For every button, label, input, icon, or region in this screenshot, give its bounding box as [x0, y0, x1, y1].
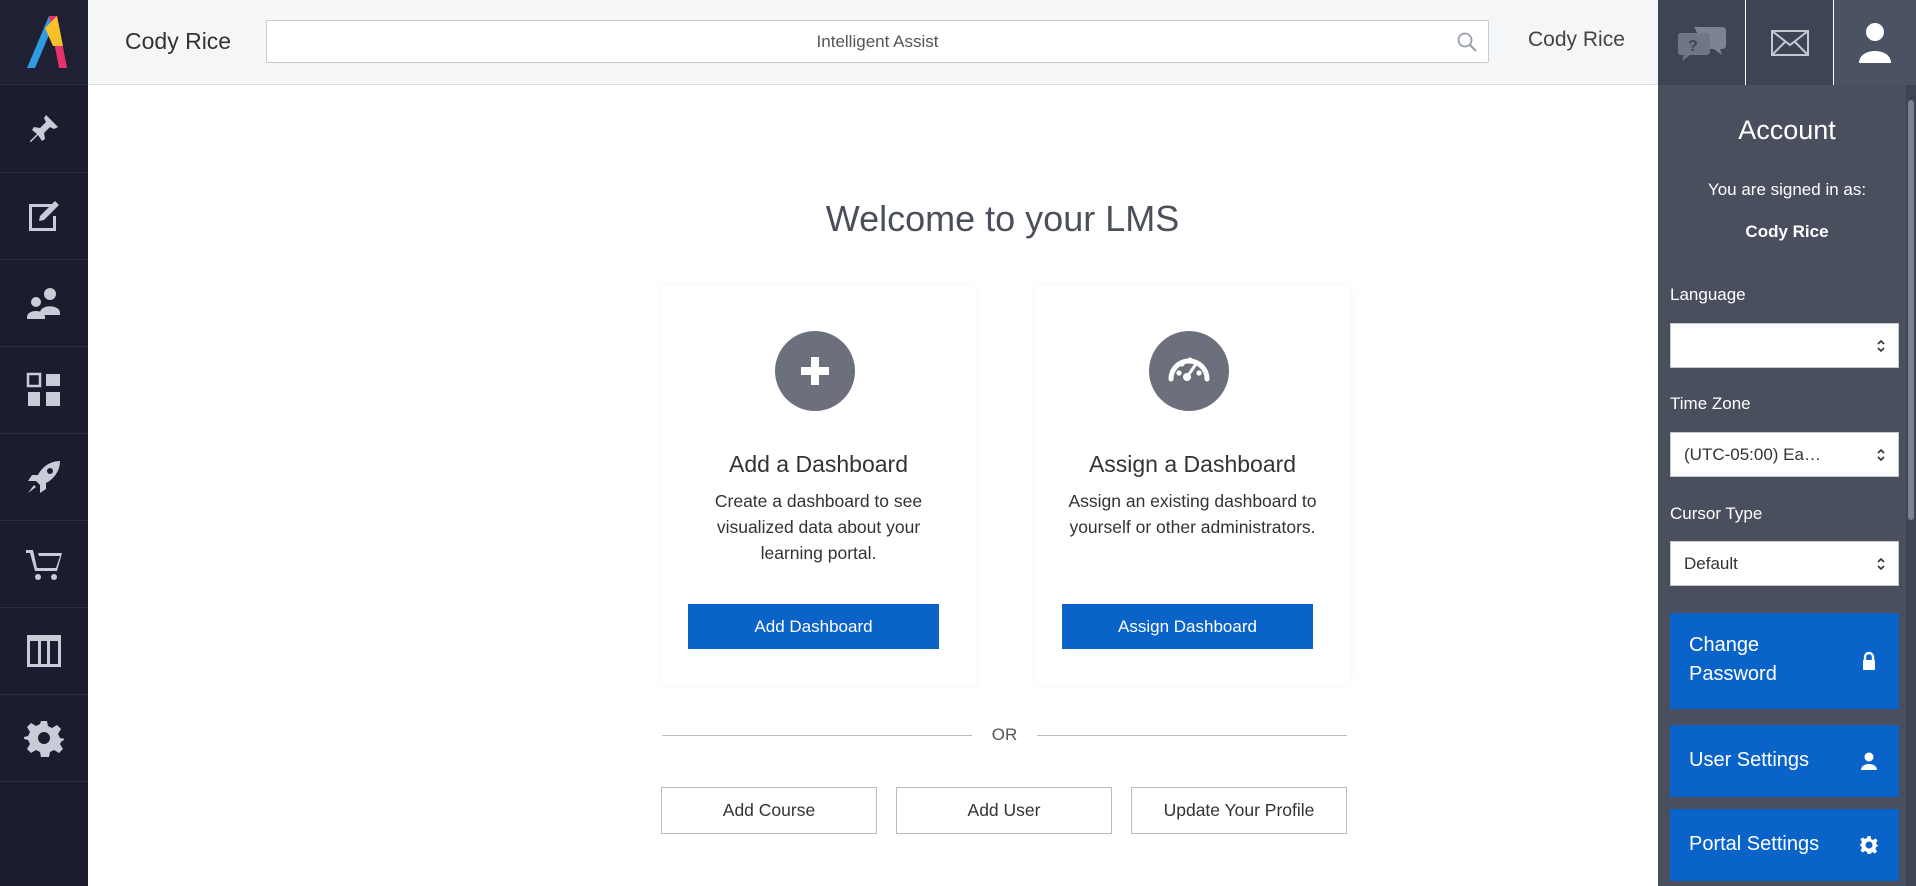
language-select[interactable] [1670, 323, 1899, 368]
assign-dashboard-title: Assign a Dashboard [1088, 451, 1297, 477]
select-arrows-icon [1877, 557, 1885, 571]
left-sidebar [0, 0, 88, 886]
lock-icon [1863, 651, 1875, 670]
divider-line-right [1037, 735, 1347, 736]
users-icon [27, 288, 60, 319]
select-arrows-icon [1877, 448, 1885, 462]
cursor-type-select[interactable]: Default [1670, 541, 1899, 586]
change-password-label: Change Password [1689, 634, 1777, 685]
mail-icon [1770, 29, 1809, 56]
user-settings-button[interactable]: User Settings [1670, 725, 1899, 797]
portal-settings-label: Portal Settings [1689, 833, 1820, 855]
sidebar-item-users[interactable] [0, 260, 88, 347]
chat-help-icon: ? [1677, 26, 1726, 61]
help-button[interactable]: ? [1658, 0, 1745, 85]
assign-dashboard-icon-circle [1149, 331, 1229, 411]
messages-button[interactable] [1746, 0, 1833, 85]
user-icon [1859, 22, 1891, 63]
sidebar-item-launch[interactable] [0, 434, 88, 521]
svg-text:?: ? [1688, 38, 1698, 55]
dashboard-icon [26, 372, 60, 406]
cart-icon [26, 550, 62, 580]
change-password-button[interactable]: Change Password [1670, 613, 1899, 709]
plus-icon [801, 357, 829, 385]
sidebar-item-settings[interactable] [0, 695, 88, 782]
cursor-type-value: Default [1684, 554, 1738, 573]
timezone-value: (UTC-05:00) Ea… [1684, 445, 1821, 464]
account-button[interactable] [1834, 0, 1916, 85]
header-user-name: Cody Rice [125, 28, 232, 54]
logo-icon [27, 16, 67, 68]
signed-in-name: Cody Rice [1745, 222, 1829, 241]
page-title: Welcome to your LMS [825, 198, 1180, 239]
user-icon [1861, 752, 1877, 770]
account-panel-title: Account [1738, 115, 1836, 145]
add-dashboard-title: Add a Dashboard [728, 451, 908, 477]
search-field[interactable] [266, 20, 1489, 63]
or-divider: OR [662, 725, 1347, 745]
gear-icon [24, 721, 64, 757]
user-settings-label: User Settings [1689, 749, 1810, 771]
sidebar-item-pin[interactable] [0, 86, 88, 173]
edit-icon [29, 201, 59, 231]
signed-in-label: You are signed in as: [1707, 180, 1867, 199]
sidebar-item-store[interactable] [0, 521, 88, 608]
search-icon[interactable] [1456, 31, 1478, 53]
add-dashboard-icon-circle [775, 331, 855, 411]
assign-dashboard-card: Assign a Dashboard Assign an existing da… [1035, 285, 1350, 685]
rocket-icon [28, 461, 60, 493]
update-profile-button[interactable]: Update Your Profile [1131, 787, 1347, 834]
portal-settings-button[interactable]: Portal Settings [1670, 809, 1899, 881]
add-dashboard-card: Add a Dashboard Create a dashboard to se… [661, 285, 976, 685]
add-dashboard-button[interactable]: Add Dashboard [688, 604, 939, 649]
assign-dashboard-button[interactable]: Assign Dashboard [1062, 604, 1313, 649]
search-input[interactable] [267, 21, 1488, 62]
top-header: Cody Rice Cody Rice [88, 0, 1658, 85]
add-course-button[interactable]: Add Course [661, 787, 877, 834]
sidebar-item-catalog[interactable] [0, 608, 88, 695]
pin-icon [30, 115, 58, 142]
sidebar-item-dashboards[interactable] [0, 347, 88, 434]
select-arrows-icon [1877, 339, 1885, 353]
language-label: Language [1670, 285, 1746, 304]
timezone-label: Time Zone [1670, 394, 1751, 413]
assign-dashboard-description: Assign an existing dashboard to yourself… [1068, 491, 1317, 537]
header-right-user-name[interactable]: Cody Rice [1528, 28, 1625, 52]
panel-scrollbar-thumb[interactable] [1908, 100, 1914, 520]
timezone-select[interactable]: (UTC-05:00) Ea… [1670, 432, 1899, 477]
app-logo[interactable] [0, 0, 88, 85]
gear-icon [1860, 836, 1878, 854]
columns-icon [27, 635, 61, 667]
add-user-button[interactable]: Add User [896, 787, 1112, 834]
sidebar-item-edit[interactable] [0, 173, 88, 260]
add-dashboard-description: Create a dashboard to see visualized dat… [714, 491, 923, 563]
speedometer-icon [1168, 357, 1210, 382]
account-panel: Account You are signed in as: Cody Rice … [1658, 85, 1916, 886]
cursor-type-label: Cursor Type [1670, 504, 1763, 523]
